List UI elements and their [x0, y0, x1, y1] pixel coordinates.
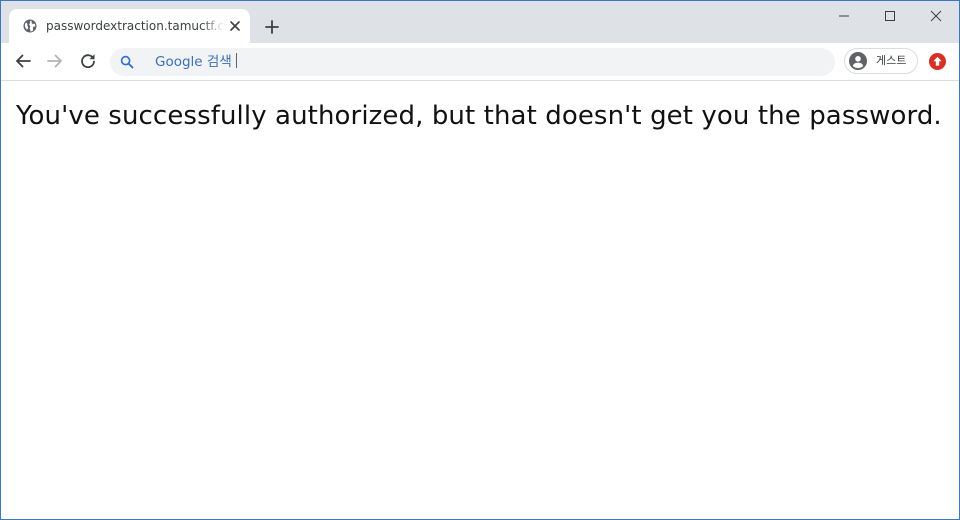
person-icon	[849, 52, 867, 70]
forward-button[interactable]	[43, 49, 67, 73]
close-icon[interactable]	[227, 18, 243, 34]
search-icon	[120, 55, 134, 69]
close-icon	[930, 10, 942, 22]
text-caret	[235, 53, 237, 68]
back-button[interactable]	[11, 49, 35, 73]
reload-icon	[81, 54, 95, 69]
globe-icon	[23, 19, 37, 33]
window-controls	[821, 1, 959, 31]
profile-label: 게스트	[876, 54, 907, 67]
tab-strip: passwordextraction.tamuctf.com	[1, 1, 959, 43]
plus-icon[interactable]	[260, 15, 284, 39]
arrow-right-icon	[47, 54, 62, 68]
address-bar[interactable]: Google 검색	[110, 48, 835, 76]
reload-button[interactable]	[76, 49, 100, 73]
maximize-icon	[885, 11, 895, 21]
arrow-left-icon	[16, 54, 31, 68]
page-message: You've successfully authorized, but that…	[16, 101, 942, 131]
browser-window: passwordextraction.tamuctf.com Google 검색…	[0, 0, 960, 520]
minimize-button[interactable]	[821, 1, 867, 31]
update-arrow-icon[interactable]	[929, 53, 946, 70]
minimize-icon	[839, 15, 849, 17]
maximize-button[interactable]	[867, 1, 913, 31]
address-input[interactable]: Google 검색	[155, 53, 237, 71]
toolbar: Google 검색 게스트	[1, 43, 959, 81]
tab-title: passwordextraction.tamuctf.com	[46, 17, 224, 35]
page-content: You've successfully authorized, but that…	[1, 81, 959, 519]
close-window-button[interactable]	[913, 1, 959, 31]
guest-profile-button[interactable]: 게스트	[844, 48, 918, 74]
tab-active[interactable]: passwordextraction.tamuctf.com	[9, 9, 250, 43]
